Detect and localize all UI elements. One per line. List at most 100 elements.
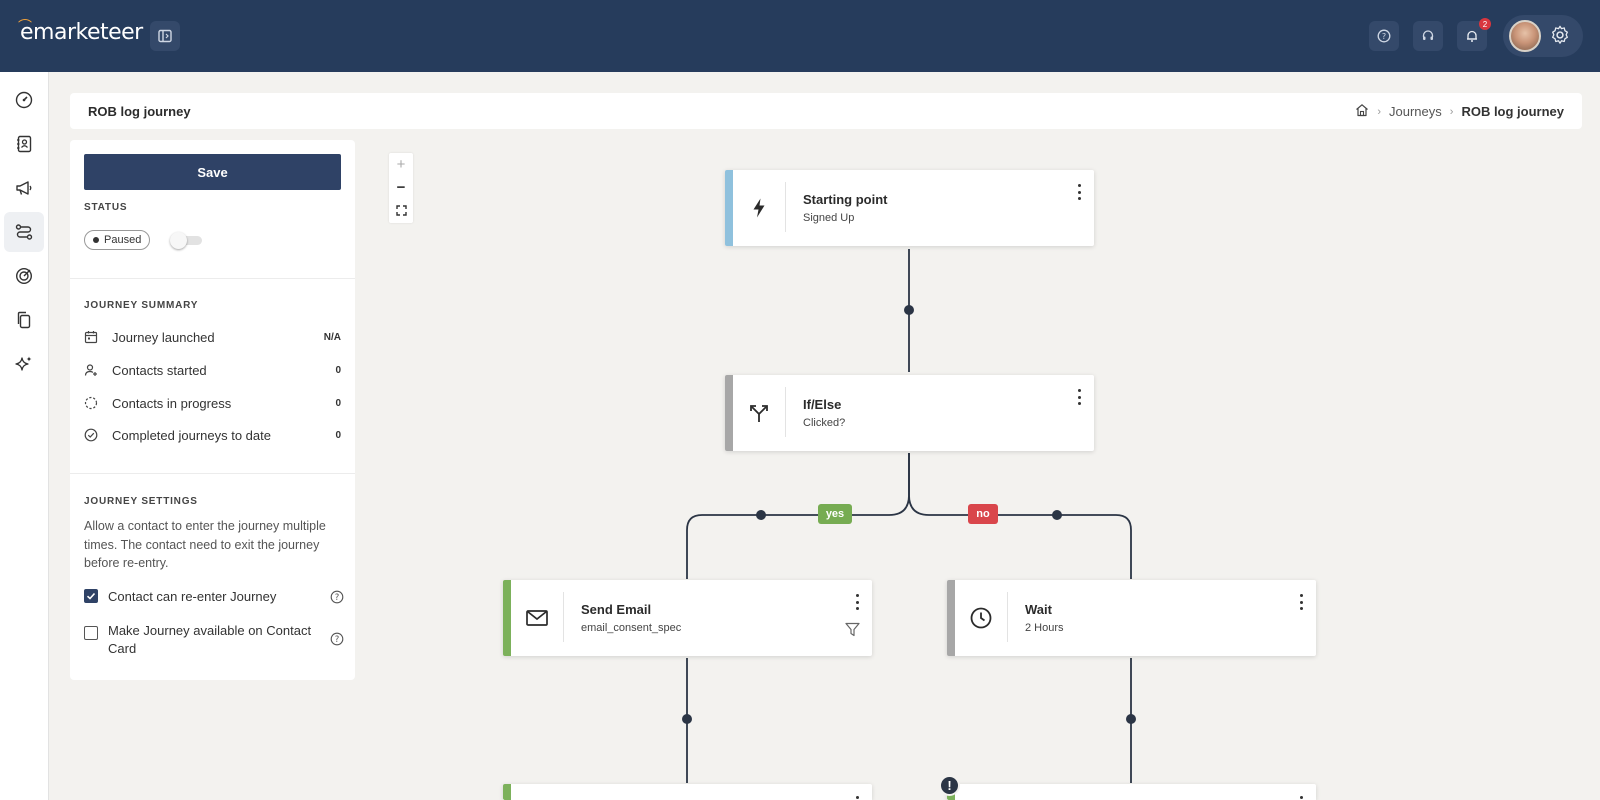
gear-icon	[1552, 25, 1568, 44]
breadcrumb-journeys[interactable]: Journeys	[1389, 104, 1442, 119]
option-label: Contact can re-enter Journey	[108, 589, 277, 604]
settings-label: JOURNEY SETTINGS	[84, 496, 198, 507]
summary-row-in-progress: Contacts in progress 0	[84, 393, 341, 413]
more-menu-icon[interactable]	[1076, 184, 1082, 200]
divider	[70, 278, 355, 279]
copy-icon	[17, 311, 31, 329]
more-menu-icon[interactable]	[854, 594, 860, 610]
node-starting-point[interactable]: Starting point Signed Up	[725, 170, 1094, 246]
node-partial-left[interactable]	[503, 784, 872, 800]
toggle-knob	[170, 232, 187, 249]
filter-button[interactable]	[845, 622, 860, 642]
check-icon	[86, 592, 96, 600]
node-wait[interactable]: Wait 2 Hours	[947, 580, 1316, 656]
help-circle-icon: ?	[330, 632, 344, 646]
nav-ai[interactable]	[4, 344, 44, 384]
node-partial-right[interactable]	[947, 784, 1316, 800]
summary-row-launched: Journey launched N/A	[84, 327, 341, 347]
node-subtitle: Signed Up	[803, 212, 855, 224]
nav-campaigns[interactable]	[4, 168, 44, 208]
nav-contacts[interactable]	[4, 124, 44, 164]
avatar	[1509, 20, 1541, 52]
bell-icon	[1467, 30, 1477, 42]
user-add-icon	[84, 364, 97, 376]
notification-badge: 2	[1479, 18, 1491, 30]
status-label: STATUS	[84, 202, 128, 213]
journey-panel: Save STATUS Paused JOURNEY SUMMARY Journ…	[70, 140, 355, 680]
more-menu-icon[interactable]	[854, 796, 860, 800]
more-menu-icon[interactable]	[1298, 796, 1304, 800]
settings-description: Allow a contact to enter the journey mul…	[84, 519, 326, 570]
node-accent	[725, 170, 733, 246]
contact-card-checkbox[interactable]	[84, 626, 98, 640]
dashboard-icon	[15, 91, 33, 109]
sidebar-toggle-icon	[158, 29, 172, 43]
breadcrumb: › Journeys › ROB log journey	[1355, 103, 1564, 120]
chevron-right-icon: ›	[1449, 105, 1454, 118]
target-icon	[15, 267, 33, 285]
split-icon	[750, 405, 768, 422]
reenter-checkbox[interactable]	[84, 589, 98, 603]
lightning-icon	[753, 198, 765, 218]
zoom-in-button[interactable]: +	[389, 153, 413, 176]
zoom-out-button[interactable]: −	[389, 176, 413, 199]
more-menu-icon[interactable]	[1298, 594, 1304, 610]
sidebar-toggle-button[interactable]	[150, 21, 180, 51]
warning-icon[interactable]: !	[939, 775, 960, 796]
page-title: ROB log journey	[88, 104, 191, 119]
summary-label: JOURNEY SUMMARY	[84, 300, 199, 311]
check-circle-icon	[84, 428, 98, 442]
summary-value: 0	[335, 429, 341, 441]
status-value: Paused	[104, 234, 142, 246]
headset-icon	[1422, 30, 1434, 40]
nav-rail	[0, 72, 49, 800]
home-icon	[1356, 104, 1369, 117]
node-title: Send Email	[581, 602, 652, 617]
option-reenter[interactable]: Contact can re-enter Journey ?	[84, 589, 344, 604]
svg-text:?: ?	[335, 635, 340, 645]
help-button[interactable]: ?	[330, 632, 344, 649]
option-contact-card[interactable]: Make Journey available on Contact Card ?	[84, 622, 344, 658]
notifications-button[interactable]: 2	[1457, 18, 1491, 51]
node-accent	[947, 580, 955, 656]
node-title: Starting point	[803, 192, 888, 207]
nav-templates[interactable]	[4, 300, 44, 340]
breadcrumb-current: ROB log journey	[1461, 104, 1564, 119]
calendar-icon	[84, 331, 98, 344]
progress-icon	[84, 396, 98, 410]
help-button[interactable]: ?	[1369, 21, 1399, 51]
option-label: Make Journey available on Contact Card	[108, 623, 312, 656]
nav-dashboard[interactable]	[4, 80, 44, 120]
node-if-else[interactable]: If/Else Clicked?	[725, 375, 1094, 451]
more-menu-icon[interactable]	[1076, 389, 1082, 405]
support-button[interactable]	[1413, 21, 1443, 51]
summary-row-completed: Completed journeys to date 0	[84, 425, 341, 445]
branch-no-label: no	[968, 504, 998, 524]
svg-text:?: ?	[335, 593, 340, 603]
user-menu[interactable]	[1503, 15, 1583, 57]
summary-row-started: Contacts started 0	[84, 360, 341, 380]
status-badge: Paused	[84, 230, 151, 250]
save-button[interactable]: Save	[84, 154, 341, 190]
node-subtitle: Clicked?	[803, 417, 846, 429]
status-dot	[93, 237, 99, 243]
branch-yes-label: yes	[818, 504, 852, 524]
settings-button[interactable]	[1549, 24, 1571, 51]
help-button[interactable]: ?	[330, 590, 344, 607]
status-toggle[interactable]	[170, 232, 204, 249]
address-book-icon	[17, 135, 32, 153]
node-subtitle: email_consent_spec	[581, 622, 682, 634]
node-send-email[interactable]: Send Email email_consent_spec	[503, 580, 872, 656]
summary-value: N/A	[323, 331, 341, 343]
divider	[70, 473, 355, 474]
page-header: ROB log journey › Journeys › ROB log jou…	[70, 93, 1582, 129]
nav-journeys[interactable]	[4, 212, 44, 252]
node-title: Wait	[1025, 602, 1052, 617]
breadcrumb-home[interactable]	[1355, 103, 1369, 120]
nav-targeting[interactable]	[4, 256, 44, 296]
brand-logo[interactable]: ⌒ emarketeer	[18, 19, 143, 45]
clock-icon	[970, 607, 992, 629]
node-accent	[503, 580, 511, 656]
help-circle-icon: ?	[330, 590, 344, 604]
fit-view-button[interactable]	[389, 199, 413, 222]
